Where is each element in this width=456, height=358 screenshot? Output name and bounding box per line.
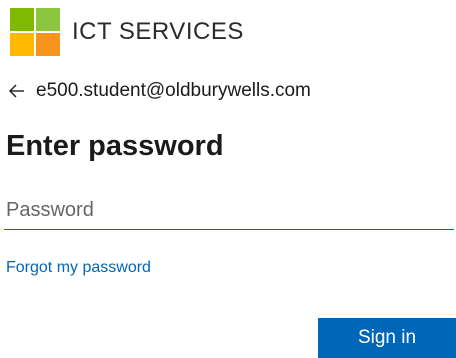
logo-tile-top-left — [10, 8, 34, 31]
ict-services-logo — [10, 8, 60, 56]
identity-banner: e500.student@oldburywells.com — [8, 80, 311, 102]
logo-tile-bottom-left — [10, 33, 34, 56]
forgot-password-link[interactable]: Forgot my password — [6, 259, 151, 277]
back-arrow-icon[interactable] — [8, 82, 26, 100]
brand-name: ICT SERVICES — [72, 18, 244, 45]
account-email: e500.student@oldburywells.com — [36, 80, 311, 101]
logo-tile-top-right — [36, 8, 60, 31]
page-title: Enter password — [6, 130, 224, 162]
password-input[interactable] — [4, 191, 454, 230]
brand-header: ICT SERVICES — [10, 8, 244, 56]
logo-tile-bottom-right — [36, 33, 60, 56]
sign-in-button[interactable]: Sign in — [318, 318, 456, 358]
